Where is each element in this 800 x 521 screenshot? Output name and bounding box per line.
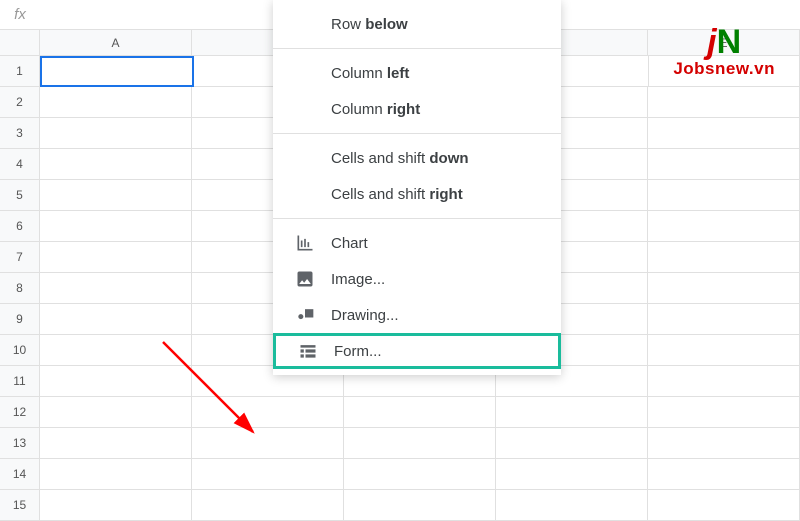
cell[interactable]: [344, 397, 496, 428]
menu-item-label: Column left: [331, 65, 409, 82]
cell[interactable]: [40, 149, 192, 180]
cell[interactable]: [192, 459, 344, 490]
menu-item-label: Row below: [331, 16, 408, 33]
fx-label: fx: [0, 6, 40, 23]
cell[interactable]: [648, 211, 800, 242]
cell[interactable]: [344, 428, 496, 459]
row-header[interactable]: 1: [0, 56, 40, 87]
row-header[interactable]: 10: [0, 335, 40, 366]
menu-item-image[interactable]: Image...: [273, 261, 561, 297]
table-row: 15: [0, 490, 800, 521]
cell[interactable]: [344, 459, 496, 490]
cell[interactable]: [496, 428, 648, 459]
menu-item-chart[interactable]: Chart: [273, 225, 561, 261]
menu-item-column-left[interactable]: Column left: [273, 55, 561, 91]
menu-item-label: Column right: [331, 101, 420, 118]
menu-item-label: Cells and shift right: [331, 186, 463, 203]
cell[interactable]: [648, 180, 800, 211]
row-header[interactable]: 13: [0, 428, 40, 459]
table-row: 13: [0, 428, 800, 459]
menu-item-form[interactable]: Form...: [273, 333, 561, 369]
row-header[interactable]: 3: [0, 118, 40, 149]
menu-item-label: Cells and shift down: [331, 150, 469, 167]
cell[interactable]: [40, 459, 192, 490]
menu-item-drawing[interactable]: Drawing...: [273, 297, 561, 333]
row-header[interactable]: 7: [0, 242, 40, 273]
watermark-logo: jN: [673, 25, 775, 59]
menu-item-label: Image...: [331, 271, 385, 288]
cell[interactable]: [40, 273, 192, 304]
menu-item-row-below[interactable]: Row below: [273, 6, 561, 42]
cell[interactable]: [648, 304, 800, 335]
spacer-icon: [293, 12, 317, 36]
cell[interactable]: [648, 397, 800, 428]
menu-divider: [273, 48, 561, 49]
row-header[interactable]: 12: [0, 397, 40, 428]
cell[interactable]: [40, 180, 192, 211]
row-header[interactable]: 11: [0, 366, 40, 397]
row-header[interactable]: 4: [0, 149, 40, 180]
cell[interactable]: [648, 335, 800, 366]
cell[interactable]: [40, 242, 192, 273]
cell[interactable]: [648, 366, 800, 397]
row-header[interactable]: 2: [0, 87, 40, 118]
cell[interactable]: [344, 490, 496, 521]
menu-divider: [273, 133, 561, 134]
context-menu: Row below Column left Column right Cells an…: [273, 0, 561, 375]
watermark-text: Jobsnew.vn: [673, 59, 775, 79]
menu-item-label: Form...: [334, 343, 382, 360]
col-header-a[interactable]: A: [40, 30, 192, 56]
cell[interactable]: [648, 459, 800, 490]
cell[interactable]: [40, 304, 192, 335]
cell[interactable]: [648, 273, 800, 304]
cell[interactable]: [40, 211, 192, 242]
cell[interactable]: [40, 56, 194, 87]
row-header[interactable]: 14: [0, 459, 40, 490]
cell[interactable]: [40, 366, 192, 397]
cell[interactable]: [192, 428, 344, 459]
menu-item-column-right[interactable]: Column right: [273, 91, 561, 127]
menu-item-cells-and-shift-down[interactable]: Cells and shift down: [273, 140, 561, 176]
cell[interactable]: [648, 118, 800, 149]
image-icon: [293, 267, 317, 291]
cell[interactable]: [648, 87, 800, 118]
cell[interactable]: [40, 428, 192, 459]
cell[interactable]: [40, 397, 192, 428]
watermark: jN Jobsnew.vn: [673, 25, 775, 79]
chart-icon: [293, 231, 317, 255]
cell[interactable]: [648, 242, 800, 273]
cell[interactable]: [40, 335, 192, 366]
cell[interactable]: [192, 397, 344, 428]
table-row: 12: [0, 397, 800, 428]
cell[interactable]: [648, 428, 800, 459]
cell[interactable]: [40, 118, 192, 149]
cell[interactable]: [496, 459, 648, 490]
spacer-icon: [293, 182, 317, 206]
spacer-icon: [293, 146, 317, 170]
menu-divider: [273, 218, 561, 219]
drawing-icon: [293, 303, 317, 327]
row-header[interactable]: 9: [0, 304, 40, 335]
cell[interactable]: [496, 490, 648, 521]
spacer-icon: [293, 97, 317, 121]
menu-item-label: Drawing...: [331, 307, 399, 324]
row-header[interactable]: 6: [0, 211, 40, 242]
cell[interactable]: [40, 87, 192, 118]
table-row: 14: [0, 459, 800, 490]
row-header[interactable]: 5: [0, 180, 40, 211]
menu-item-cells-and-shift-right[interactable]: Cells and shift right: [273, 176, 561, 212]
grid-corner[interactable]: [0, 30, 40, 56]
row-header[interactable]: 8: [0, 273, 40, 304]
menu-item-label: Chart: [331, 235, 368, 252]
cell[interactable]: [192, 490, 344, 521]
cell[interactable]: [648, 149, 800, 180]
cell[interactable]: [648, 490, 800, 521]
row-header[interactable]: 15: [0, 490, 40, 521]
spacer-icon: [293, 61, 317, 85]
cell[interactable]: [40, 490, 192, 521]
form-icon: [296, 339, 320, 363]
cell[interactable]: [496, 397, 648, 428]
